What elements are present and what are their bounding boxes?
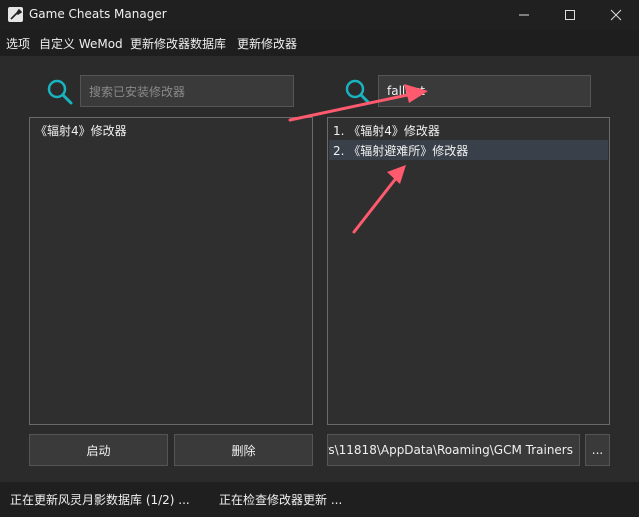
delete-button[interactable]: 删除 (174, 434, 313, 466)
title-bar: Game Cheats Manager (0, 0, 639, 30)
minimize-button[interactable] (501, 0, 547, 30)
minimize-icon (519, 14, 529, 16)
menu-item-options[interactable]: 选项 (6, 35, 30, 52)
installed-trainers-list[interactable]: 《辐射4》修改器 (29, 117, 313, 425)
window-title: Game Cheats Manager (29, 7, 167, 21)
menu-item-update-database[interactable]: 更新修改器数据库 (130, 35, 226, 52)
list-item[interactable]: 《辐射4》修改器 (31, 120, 311, 140)
installed-search-input[interactable]: 搜索已安装修改器 (80, 75, 294, 107)
close-button[interactable] (593, 0, 639, 30)
close-icon (610, 9, 622, 21)
list-item-selected[interactable]: 2. 《辐射避难所》修改器 (329, 140, 608, 160)
menu-item-custom-wemod[interactable]: 自定义 WeMod (39, 35, 123, 52)
browse-path-button[interactable]: ... (585, 434, 610, 466)
menu-bar: 选项 自定义 WeMod 更新修改器数据库 更新修改器 (0, 30, 639, 56)
download-search-input[interactable]: fallout (378, 75, 591, 107)
search-icon (345, 79, 371, 105)
trainer-path-value: rs\11818\AppData\Roaming\GCM Trainers (327, 443, 573, 457)
launch-button[interactable]: 启动 (29, 434, 168, 466)
status-trainer-check: 正在检查修改器更新 ... (219, 493, 343, 507)
status-database-update: 正在更新风灵月影数据库 (1/2) ... (10, 493, 190, 507)
trainer-path-field[interactable]: rs\11818\AppData\Roaming\GCM Trainers (327, 434, 580, 466)
maximize-icon (565, 10, 575, 20)
download-trainers-list[interactable]: 1. 《辐射4》修改器 2. 《辐射避难所》修改器 (327, 117, 610, 425)
app-logo-icon (8, 7, 23, 22)
maximize-button[interactable] (547, 0, 593, 30)
menu-item-update-trainers[interactable]: 更新修改器 (237, 35, 297, 52)
status-bar: 正在更新风灵月影数据库 (1/2) ... 正在检查修改器更新 ... (0, 482, 639, 517)
list-item[interactable]: 1. 《辐射4》修改器 (329, 120, 608, 140)
search-icon (47, 79, 73, 105)
